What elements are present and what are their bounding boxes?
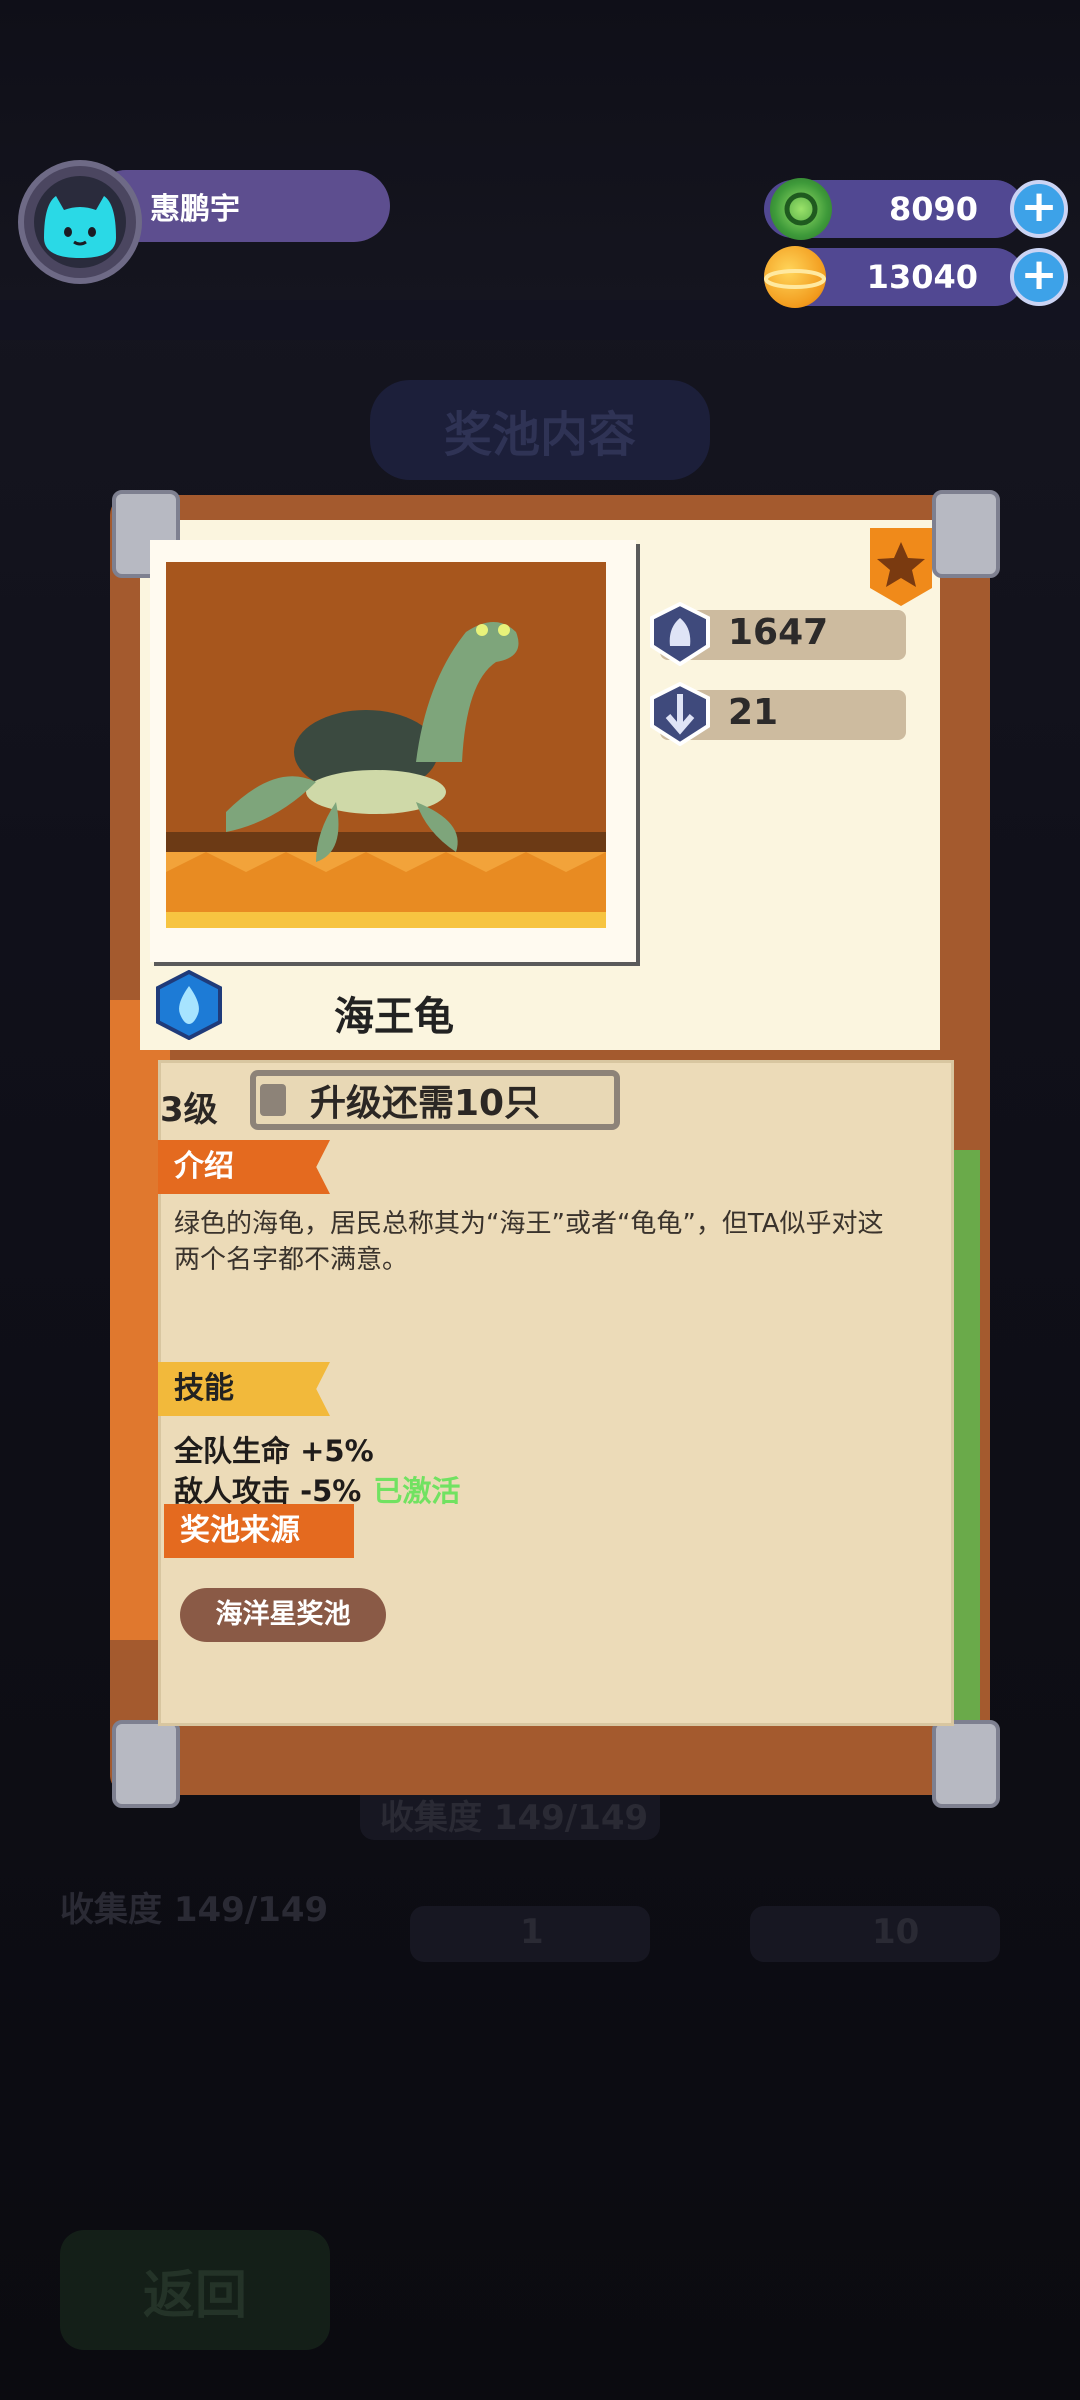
hp-shield-icon xyxy=(650,602,710,666)
background-collection-label: 收集度 149/149 xyxy=(380,1798,649,1838)
pet-level: 3级 xyxy=(160,1090,218,1130)
upgrade-progress-fill xyxy=(260,1084,286,1116)
cat-face-icon xyxy=(44,196,116,258)
back-button[interactable]: 返回 xyxy=(60,2230,330,2350)
skill-status: 已激活 xyxy=(373,1474,461,1508)
corner-clip-bottom-right xyxy=(932,1720,1000,1808)
source-pool-chip[interactable]: 海洋星奖池 xyxy=(180,1588,386,1642)
background-count-1: 1 xyxy=(520,1912,544,1952)
background-count-10: 10 xyxy=(872,1912,920,1952)
skill-team-hp: 全队生命 +5% xyxy=(174,1434,374,1468)
green-gem-icon xyxy=(770,178,832,240)
pet-description: 绿色的海龟，居民总称其为“海王”或者“龟龟”，但TA似乎对这两个名字都不满意。 xyxy=(174,1209,884,1275)
source-tag: 奖池来源 xyxy=(164,1504,354,1558)
corner-clip-bottom-left xyxy=(112,1720,180,1808)
pet-portrait xyxy=(166,562,606,928)
pet-name: 海王龟 xyxy=(334,994,454,1040)
user-name: 惠鹏宇 xyxy=(150,192,240,227)
water-drop-icon xyxy=(156,970,222,1040)
add-gold-planet-button[interactable]: + xyxy=(1010,248,1068,306)
background-panel-title: 奖池内容 xyxy=(370,380,710,480)
background-strip xyxy=(0,300,1080,340)
card-edge-decoration xyxy=(954,1150,980,1740)
skill-tag: 技能 xyxy=(158,1362,330,1416)
add-green-gem-button[interactable]: + xyxy=(1010,180,1068,238)
corner-clip-top-right xyxy=(932,490,1000,578)
upgrade-requirement: 升级还需10只 xyxy=(310,1083,541,1124)
gold-planet-icon xyxy=(764,246,826,308)
skill-enemy-attack-text: 敌人攻击 -5% xyxy=(174,1474,362,1508)
background-collection-label-left: 收集度 149/149 xyxy=(60,1890,329,1930)
hp-value: 1647 xyxy=(728,612,829,653)
avatar[interactable] xyxy=(34,176,126,268)
attack-shield-icon xyxy=(650,682,710,746)
sea-turtle-pet-icon xyxy=(166,562,606,928)
intro-tag: 介绍 xyxy=(158,1140,330,1194)
favorite-star-badge[interactable] xyxy=(866,528,936,606)
attack-value: 21 xyxy=(728,692,779,733)
